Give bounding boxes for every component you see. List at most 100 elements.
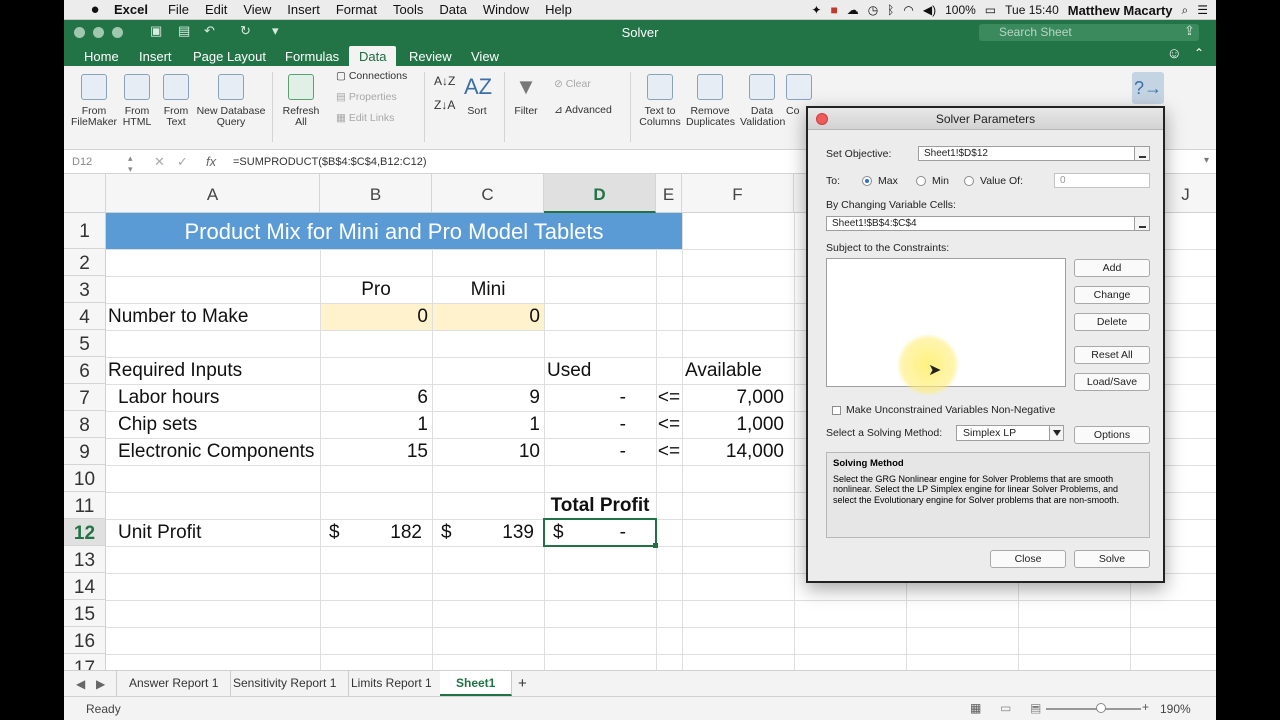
tab-insert[interactable]: Insert [129, 46, 182, 66]
row-header-5[interactable]: 5 [64, 330, 106, 357]
search-sheet-input[interactable]: Search Sheet [979, 24, 1199, 41]
from-text-button[interactable]: From Text [160, 74, 192, 128]
header-pro[interactable]: Pro [320, 276, 432, 303]
row-header-1[interactable]: 1 [64, 213, 106, 249]
label-labor-hours[interactable]: Labor hours [118, 384, 219, 411]
zoom-slider-thumb[interactable] [1096, 703, 1106, 713]
total-profit-cell[interactable]: - [544, 519, 626, 546]
bluetooth-icon[interactable]: ᛒ [887, 3, 894, 17]
dropbox-icon[interactable]: ✦ [811, 3, 821, 17]
load-save-button[interactable]: Load/Save [1074, 373, 1150, 391]
expand-formula-icon[interactable]: ▾ [1204, 155, 1209, 166]
tab-home[interactable]: Home [74, 46, 129, 66]
fill-handle[interactable] [653, 543, 658, 548]
collapse-ribbon-icon[interactable]: ⌃ [1194, 46, 1204, 60]
scroll-tabs-right-icon[interactable]: ▶ [96, 677, 105, 691]
dialog-close-button[interactable] [816, 113, 828, 125]
zoom-slider[interactable] [1046, 708, 1141, 710]
confirm-edit-icon[interactable]: ✓ [177, 154, 188, 170]
change-constraint-button[interactable]: Change [1074, 286, 1150, 304]
label-number-to-make[interactable]: Number to Make [108, 303, 248, 330]
collapse-range-icon[interactable] [1134, 216, 1150, 231]
sheet-tab-limits-report[interactable]: Limits Report 1 [339, 671, 445, 696]
notification-center-icon[interactable]: ☰ [1197, 3, 1208, 17]
delete-constraint-button[interactable]: Delete [1074, 313, 1150, 331]
apple-menu-icon[interactable]: ● [84, 1, 106, 18]
chip-used-cell[interactable]: - [544, 411, 626, 438]
menu-format[interactable]: Format [336, 2, 377, 17]
labor-mini-cell[interactable]: 9 [432, 384, 540, 411]
header-used[interactable]: Used [547, 357, 591, 384]
column-header-f[interactable]: F [682, 174, 794, 213]
cancel-edit-icon[interactable]: ✕ [154, 154, 165, 170]
advanced-filter-button[interactable]: ⊿ Advanced [554, 104, 612, 116]
row-header-11[interactable]: 11 [64, 492, 106, 519]
row-header-4[interactable]: 4 [64, 303, 106, 330]
profit-mini-cell[interactable]: 139 [432, 519, 534, 546]
menu-view[interactable]: View [243, 2, 271, 17]
menu-file[interactable]: File [168, 2, 189, 17]
elec-available-cell[interactable]: 14,000 [682, 438, 784, 465]
new-database-query-button[interactable]: New Database Query [196, 74, 266, 128]
zoom-out-icon[interactable]: − [1032, 700, 1039, 714]
cloud-icon[interactable]: ☁ [847, 3, 859, 17]
options-button[interactable]: Options [1074, 426, 1150, 444]
scroll-tabs-left-icon[interactable]: ◀ [76, 677, 85, 691]
row-header-15[interactable]: 15 [64, 600, 106, 627]
menu-help[interactable]: Help [545, 2, 572, 17]
zoom-in-icon[interactable]: + [1142, 700, 1149, 714]
wifi-icon[interactable]: ◠ [903, 3, 913, 17]
chip-available-cell[interactable]: 1,000 [682, 411, 784, 438]
row-header-7[interactable]: 7 [64, 384, 106, 411]
header-available[interactable]: Available [685, 357, 762, 384]
column-header-e[interactable]: E [656, 174, 682, 213]
row-header-13[interactable]: 13 [64, 546, 106, 573]
column-header-d[interactable]: D [544, 174, 656, 213]
sheet-tab-sheet1[interactable]: Sheet1 [440, 671, 513, 696]
battery-icon[interactable]: ▭ [985, 3, 996, 17]
close-button[interactable]: Close [990, 550, 1066, 568]
consolidate-button[interactable]: Co [786, 74, 812, 117]
spotlight-icon[interactable]: ⌕ [1182, 3, 1189, 18]
collapse-range-icon[interactable] [1134, 146, 1150, 161]
select-all-corner[interactable] [64, 174, 106, 213]
solving-method-select[interactable]: Simplex LP [956, 425, 1064, 441]
menu-tools[interactable]: Tools [393, 2, 423, 17]
sheet-tab-answer-report[interactable]: Answer Report 1 [116, 671, 232, 696]
text-to-columns-button[interactable]: Text to Columns [638, 74, 682, 128]
time-machine-icon[interactable]: ◷ [868, 3, 878, 17]
column-header-c[interactable]: C [432, 174, 544, 213]
insert-function-icon[interactable]: fx [206, 154, 216, 169]
feedback-smiley-icon[interactable]: ☺ [1167, 45, 1182, 62]
elec-operator-cell[interactable]: <= [656, 438, 682, 465]
row-header-14[interactable]: 14 [64, 573, 106, 600]
sort-button[interactable]: AZ Sort [462, 74, 492, 117]
volume-icon[interactable]: ◀) [923, 3, 936, 17]
elec-mini-cell[interactable]: 10 [432, 438, 540, 465]
solver-icon[interactable]: ?→ [1132, 72, 1164, 104]
clear-filter-button[interactable]: ⊘ Clear [554, 78, 591, 90]
remove-duplicates-button[interactable]: Remove Duplicates [686, 74, 735, 128]
profit-pro-cell[interactable]: 182 [320, 519, 422, 546]
menu-app-name[interactable]: Excel [114, 2, 148, 17]
tab-formulas[interactable]: Formulas [275, 46, 349, 66]
clock[interactable]: Tue 15:40 [1005, 3, 1059, 17]
tab-page-layout[interactable]: Page Layout [183, 46, 276, 66]
row-header-3[interactable]: 3 [64, 276, 106, 303]
row-header-10[interactable]: 10 [64, 465, 106, 492]
sheet-title-banner[interactable]: Product Mix for Mini and Pro Model Table… [106, 213, 682, 249]
page-layout-view-icon[interactable]: ▭ [1000, 701, 1011, 715]
min-radio[interactable] [916, 176, 926, 186]
column-header-b[interactable]: B [320, 174, 432, 213]
label-chip-sets[interactable]: Chip sets [118, 411, 197, 438]
sort-descending-icon[interactable]: Z↓A [434, 98, 455, 112]
labor-operator-cell[interactable]: <= [656, 384, 682, 411]
labor-used-cell[interactable]: - [544, 384, 626, 411]
value-of-input[interactable]: 0 [1054, 173, 1150, 188]
menu-data[interactable]: Data [439, 2, 466, 17]
user-name[interactable]: Matthew Macarty [1068, 3, 1173, 18]
row-header-9[interactable]: 9 [64, 438, 106, 465]
label-required-inputs[interactable]: Required Inputs [108, 357, 242, 384]
add-constraint-button[interactable]: Add [1074, 259, 1150, 277]
name-box-stepper-icon[interactable]: ▴ ▾ [128, 153, 133, 175]
